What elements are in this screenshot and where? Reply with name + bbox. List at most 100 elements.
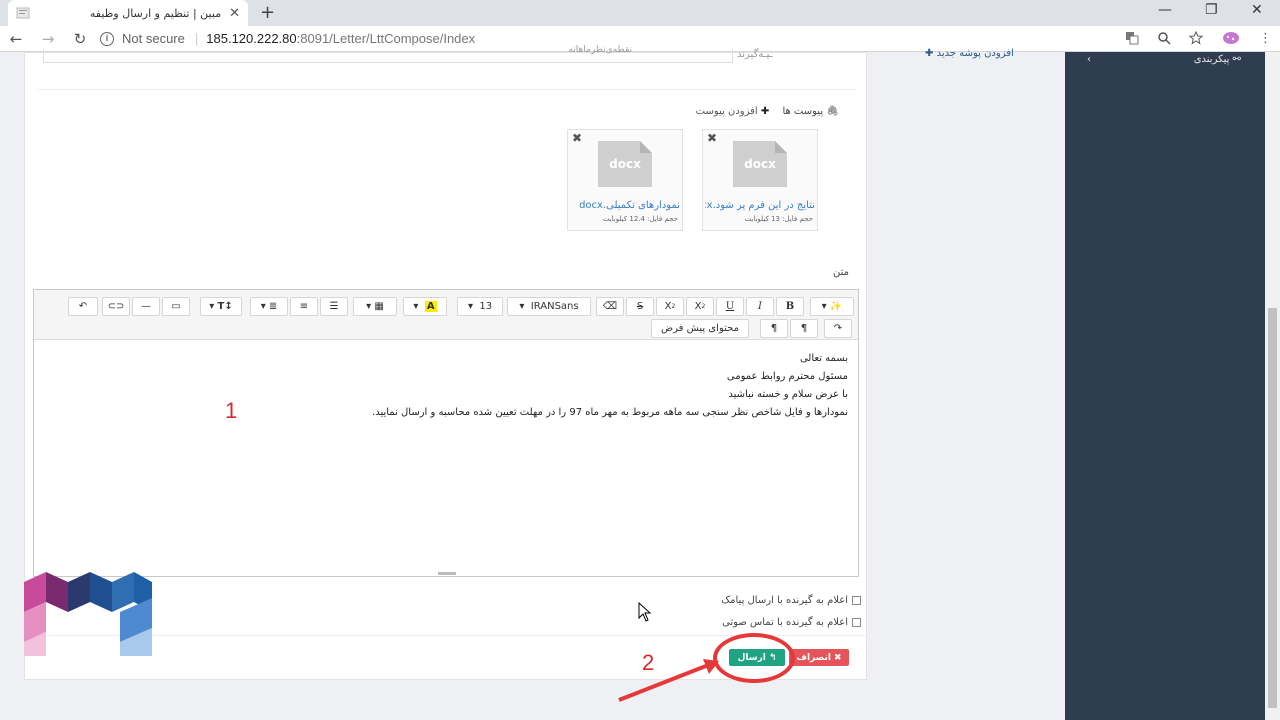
strikethrough-button[interactable]: S [626, 297, 654, 316]
add-folder-link[interactable]: افزودن پوشه جدید ✚ [925, 48, 1014, 59]
editor-line: نمودارها و فایل شاخص نظر سنجی سه ماهه مر… [372, 407, 848, 418]
back-button[interactable]: ← [0, 30, 32, 48]
unordered-list-button[interactable]: ☰ [320, 297, 348, 316]
sms-notify-label: اعلام به گیرنده با ارسال پیامک [721, 594, 848, 606]
plus-icon: ✚ [925, 48, 934, 59]
italic-button[interactable]: I [746, 297, 774, 316]
editor-line: با عرض سلام و خسته نباشید [728, 389, 848, 400]
editor-line: مسئول محترم روابط عمومی [726, 371, 848, 382]
bookmark-star-icon[interactable] [1189, 31, 1203, 45]
browser-tab-strip: مبین | تنظیم و ارسال وظیفه ✕ + — ❐ ✕ [0, 0, 1280, 26]
link-button[interactable]: ⊂⊃ [102, 297, 130, 316]
file-ext: docx [609, 157, 641, 171]
ltr-paragraph-button[interactable]: ¶ [760, 319, 788, 338]
cancel-button[interactable]: ✖ انصراف [789, 649, 849, 666]
remove-attachment-icon[interactable]: ✖ [707, 131, 717, 145]
horizontal-rule-button[interactable]: — [132, 297, 160, 316]
recipient-field-value: نقطه‌ی‌نظر‌ماهانه [568, 45, 632, 55]
step-1-annotation: 1 [225, 398, 238, 423]
font-family-value: IRANSans [530, 301, 579, 312]
attachment-card[interactable]: ✖ docx نمودارهای تکمیلی.docx حجم فایل: 1… [567, 129, 683, 231]
font-size-select[interactable]: ▾ 13 [457, 297, 503, 316]
brand-logo [24, 572, 152, 656]
paperclip-icon: 🖇 [826, 106, 839, 117]
highlight-color-button[interactable]: ▾ A [403, 297, 447, 316]
forward-button[interactable]: → [32, 30, 64, 48]
editor-content[interactable]: بسمه تعالی مسئول محترم روابط عمومی با عر… [228, 350, 848, 422]
redo-icon: ↷ [833, 323, 843, 334]
table-button[interactable]: ▾ ▦ [353, 297, 397, 316]
add-attachment-label: افزودن پیوست [695, 106, 758, 117]
text-height-dropdown[interactable]: ▾ T↕ [200, 297, 242, 316]
page: نقطه‌ی‌نظر‌ماهانه ـیـه‌گیرند 🖇 پیوست ها … [0, 45, 1280, 720]
align-icon: ≣ [268, 301, 278, 312]
magic-wand-icon: ✨ [829, 301, 843, 312]
chevron-down-icon: ▾ [519, 301, 525, 312]
font-size-value: 13 [479, 301, 493, 312]
attachment-size: حجم فایل: 12.4 کیلوبایت [602, 215, 678, 223]
voice-checkbox[interactable] [852, 617, 861, 627]
paragraph-ltr-icon: ¶ [770, 323, 778, 334]
editor-line: بسمه تعالی [799, 353, 848, 364]
close-window-button[interactable]: ✕ [1251, 2, 1263, 18]
zoom-icon[interactable] [1157, 31, 1171, 45]
new-tab-button[interactable]: + [260, 2, 275, 23]
attachment-size: حجم فایل: 13 کیلوبایت [744, 215, 813, 223]
maximize-button[interactable]: ❐ [1205, 2, 1218, 18]
attachment-card[interactable]: ✖ docx نتایج در این فرم پر شود.docx حجم … [702, 129, 818, 231]
font-family-select[interactable]: ▾ IRANSans [507, 297, 591, 316]
undo-icon: ↶ [78, 301, 88, 312]
sms-checkbox[interactable] [852, 595, 861, 605]
sms-notify-option[interactable]: اعلام به گیرنده با ارسال پیامک [675, 589, 861, 611]
security-label: Not secure [122, 31, 185, 46]
rtl-paragraph-button[interactable]: ¶ [790, 319, 818, 338]
highlight-icon: A [424, 301, 437, 312]
editor-toolbar: ▾ ✨ B I U X2 X2 S ⌫ ▾ IRANSans ▾ 13 ▾ A … [34, 290, 858, 340]
attachments-label: پیوست ها [782, 106, 824, 117]
translate-icon[interactable] [1125, 31, 1139, 45]
undo-button[interactable]: ↶ [68, 297, 98, 316]
mouse-cursor-icon [638, 602, 652, 622]
add-attachment-button[interactable]: ✚ افزودن پیوست [696, 106, 770, 117]
sidebar-item-settings[interactable]: ⚯ پیکربندی › [1065, 48, 1265, 70]
underline-button[interactable]: U [716, 297, 744, 316]
default-content-button[interactable]: محتوای پیش فرض [651, 319, 749, 338]
tab-close-icon[interactable]: ✕ [229, 6, 240, 21]
attachment-name[interactable]: نمودارهای تکمیلی.docx [570, 200, 680, 211]
magic-wand-dropdown[interactable]: ▾ ✨ [810, 297, 854, 316]
docx-file-icon: docx [733, 141, 787, 187]
tab-title: مبین | تنظیم و ارسال وظیفه [89, 6, 222, 20]
ordered-list-button[interactable]: ≡ [290, 297, 318, 316]
share-icon: ⚯ [1232, 53, 1241, 65]
align-dropdown[interactable]: ▾ ≣ [250, 297, 288, 316]
notify-options: اعلام به گیرنده با ارسال پیامک اعلام به … [675, 589, 861, 633]
superscript-button[interactable]: X2 [686, 297, 714, 316]
file-ext: docx [744, 157, 776, 171]
chevron-down-icon: ▾ [209, 301, 215, 312]
reload-button[interactable]: ↻ [64, 30, 96, 48]
minimize-button[interactable]: — [1158, 2, 1172, 18]
plus-icon: ✚ [760, 106, 770, 117]
recipient-field[interactable]: نقطه‌ی‌نظر‌ماهانه [43, 45, 733, 63]
redo-button[interactable]: ↷ [824, 319, 852, 338]
voice-notify-option[interactable]: اعلام به گیرنده با تماس صوتی [675, 611, 861, 633]
image-button[interactable]: ▭ [162, 297, 190, 316]
browser-tab[interactable]: مبین | تنظیم و ارسال وظیفه ✕ [8, 0, 248, 26]
page-scrollbar[interactable] [1265, 52, 1280, 720]
browser-menu-icon[interactable]: ⋮ [1259, 31, 1272, 46]
page-favicon-icon [16, 7, 30, 19]
sidebar-item-label: ⚯ پیکربندی [1194, 54, 1241, 65]
table-icon: ▦ [374, 301, 384, 312]
remove-attachment-icon[interactable]: ✖ [572, 131, 582, 145]
info-icon[interactable]: i [100, 31, 114, 46]
close-icon: ✖ [833, 652, 842, 663]
extension-brain-icon[interactable] [1221, 30, 1241, 46]
eraser-icon[interactable]: ⌫ [596, 297, 624, 316]
annotation-arrow-icon [618, 659, 719, 702]
chevron-down-icon: ▾ [821, 301, 827, 312]
subscript-button[interactable]: X2 [656, 297, 684, 316]
bold-button[interactable]: B [776, 297, 804, 316]
editor-resize-handle[interactable] [438, 572, 456, 575]
attachment-name[interactable]: نتایج در این فرم پر شود.docx [705, 200, 815, 211]
scrollbar-thumb[interactable] [1268, 308, 1277, 708]
